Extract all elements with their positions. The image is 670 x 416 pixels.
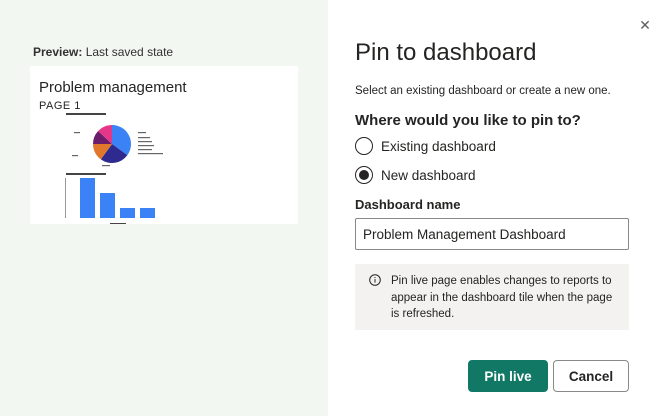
info-icon xyxy=(369,274,381,286)
preview-pane: Preview: Last saved state Problem manage… xyxy=(0,0,328,416)
radio-existing-dashboard[interactable]: Existing dashboard xyxy=(355,136,496,156)
pie-label-line xyxy=(74,132,80,134)
radio-circle-icon[interactable] xyxy=(355,137,373,155)
dashboard-name-label: Dashboard name xyxy=(355,197,461,212)
radio-label: Existing dashboard xyxy=(381,138,496,154)
pie-chart-visual xyxy=(66,113,163,167)
radio-checked-icon[interactable] xyxy=(355,166,373,184)
bar-chart-title-placeholder xyxy=(66,173,106,175)
pie-slices xyxy=(93,125,131,163)
dashboard-name-input[interactable] xyxy=(355,218,629,250)
bar-mark xyxy=(100,193,115,218)
pie-label-line xyxy=(102,165,110,167)
bar-axis-label-line xyxy=(110,223,126,224)
legend-line xyxy=(138,153,163,155)
bar-mark xyxy=(120,208,135,218)
pin-live-button[interactable]: Pin live xyxy=(468,360,548,392)
info-message: Pin live page enables changes to reports… xyxy=(355,264,629,330)
bar-chart-axis xyxy=(65,178,66,218)
legend-line xyxy=(138,145,154,147)
report-preview-thumbnail: Problem management PAGE 1 xyxy=(30,66,298,224)
legend-line xyxy=(138,132,146,134)
pin-location-question: Where would you like to pin to? xyxy=(355,112,581,129)
close-icon[interactable]: ✕ xyxy=(636,16,654,34)
bar-chart-visual xyxy=(65,173,155,224)
preview-label-bold: Preview: xyxy=(33,45,83,59)
radio-label: New dashboard xyxy=(381,167,476,183)
cancel-button[interactable]: Cancel xyxy=(553,360,629,392)
dialog-subtitle: Select an existing dashboard or create a… xyxy=(355,85,611,97)
legend-line xyxy=(138,141,152,143)
pie-chart-title-placeholder xyxy=(66,113,106,115)
legend-line xyxy=(138,149,152,151)
bar-marks xyxy=(80,178,155,218)
pie-label-line xyxy=(72,155,78,157)
radio-dot-icon xyxy=(359,170,369,180)
preview-label-state: Last saved state xyxy=(82,45,174,59)
radio-new-dashboard[interactable]: New dashboard xyxy=(355,165,476,185)
preview-label: Preview: Last saved state xyxy=(33,45,173,59)
mini-report-visuals xyxy=(65,113,163,224)
dialog-title: Pin to dashboard xyxy=(355,39,537,66)
legend-line xyxy=(138,137,150,139)
bar-mark xyxy=(80,178,95,218)
info-text: Pin live page enables changes to reports… xyxy=(391,275,613,320)
bar-mark xyxy=(140,208,155,218)
